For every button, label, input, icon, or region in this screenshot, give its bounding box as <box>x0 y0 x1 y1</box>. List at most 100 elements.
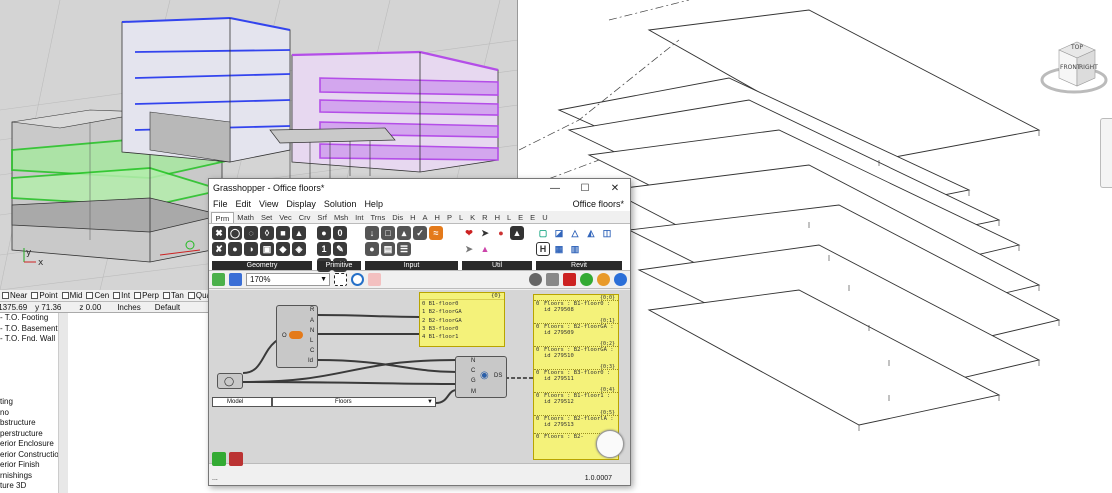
tab-maths[interactable]: Math <box>234 212 258 223</box>
maximize-button[interactable]: ☐ <box>570 183 600 194</box>
checkbox[interactable] <box>162 292 170 299</box>
param-icon[interactable]: ✖ <box>212 226 226 240</box>
checkbox[interactable] <box>134 292 142 299</box>
checkbox[interactable] <box>86 292 94 299</box>
browser-item[interactable]: no <box>0 408 67 419</box>
viewcube-front-label[interactable]: FRONT <box>1060 64 1081 71</box>
floors-dropdown[interactable]: Floors ▼ <box>272 397 436 407</box>
param-icon[interactable]: ▴ <box>397 226 411 240</box>
floor-names-panel[interactable]: {0} 0 B1-floor0 1 B2-floorGA 2 B2-floorG… <box>419 292 505 347</box>
tab-intersect[interactable]: Int <box>352 212 367 223</box>
revit-param-icon[interactable]: △ <box>568 226 582 240</box>
port-R[interactable]: R <box>310 307 314 313</box>
current-layer[interactable]: Default <box>151 303 184 312</box>
zoom-dropdown[interactable]: 170% ▼ <box>246 273 330 286</box>
menu-file[interactable]: File <box>213 199 228 209</box>
revit-param-icon[interactable]: H <box>536 242 550 256</box>
browser-item[interactable]: erior Enclosure <box>0 439 67 450</box>
browser-item[interactable]: - T.O. Footing <box>0 313 67 324</box>
tab-curve[interactable]: Crv <box>295 212 314 223</box>
param-icon[interactable]: ◑ <box>244 242 258 256</box>
revit-param-icon[interactable]: ▥ <box>568 242 582 256</box>
param-icon[interactable]: ◈ <box>292 242 306 256</box>
param-icon[interactable]: ≈ <box>429 226 443 240</box>
checkbox[interactable] <box>113 292 121 299</box>
mesh-quality-icon[interactable] <box>614 273 627 286</box>
open-file-icon[interactable] <box>212 273 225 286</box>
menu-help[interactable]: Help <box>364 199 383 209</box>
menu-view[interactable]: View <box>259 199 278 209</box>
param-icon[interactable]: ✓ <box>413 226 427 240</box>
browser-item[interactable]: bstructure <box>0 418 67 429</box>
canvas-widget-icon[interactable] <box>212 452 226 466</box>
param-icon[interactable]: ◌ <box>244 226 258 240</box>
canvas-widget-icon[interactable] <box>229 452 243 466</box>
checkbox[interactable] <box>31 292 39 299</box>
port-A[interactable]: A <box>310 318 314 324</box>
browser-item[interactable]: ting <box>0 397 67 408</box>
tab-plugin[interactable]: P <box>443 212 455 223</box>
osnap-int[interactable]: Int <box>113 291 130 300</box>
osnap-point[interactable]: Point <box>31 291 58 300</box>
tab-plugin[interactable]: E <box>515 212 527 223</box>
color-icon[interactable]: ● <box>494 226 508 240</box>
tab-plugin[interactable]: A <box>419 212 431 223</box>
param-icon[interactable]: ■ <box>276 226 290 240</box>
tree-icon[interactable]: ▲ <box>510 226 524 240</box>
port-C[interactable]: C <box>471 368 475 374</box>
checkbox[interactable] <box>187 292 195 299</box>
port-G[interactable]: G <box>471 378 476 384</box>
param-icon[interactable]: 0 <box>333 226 347 240</box>
port-L[interactable]: L <box>310 338 313 344</box>
tab-params[interactable]: Prm <box>211 212 234 223</box>
menu-display[interactable]: Display <box>286 199 316 209</box>
tab-plugin[interactable]: H <box>431 212 443 223</box>
port-C[interactable]: C <box>310 348 314 354</box>
preview-selected-icon[interactable] <box>580 273 593 286</box>
sketch-icon[interactable] <box>368 273 381 286</box>
browser-item[interactable]: erior Constructio <box>0 450 67 461</box>
browser-item[interactable]: - T.O. Basement <box>0 324 67 335</box>
param-icon[interactable]: ● <box>317 226 331 240</box>
browser-item[interactable] <box>0 345 67 356</box>
gh-title-bar[interactable]: Grasshopper - Office floors* — ☐ ✕ <box>209 179 630 197</box>
tab-plugin[interactable]: H <box>491 212 503 223</box>
cherry-icon[interactable]: ❤ <box>462 226 476 240</box>
tab-transform[interactable]: Trns <box>367 212 389 223</box>
param-icon[interactable]: ▲ <box>292 226 306 240</box>
tab-surface[interactable]: Srf <box>314 212 331 223</box>
tab-mesh[interactable]: Msh <box>330 212 351 223</box>
model-dropdown[interactable]: Model <box>212 397 272 407</box>
browser-item[interactable]: - T.O. Fnd. Wall <box>0 334 67 345</box>
tab-plugin[interactable]: E <box>527 212 539 223</box>
tab-plugin[interactable]: H <box>407 212 419 223</box>
param-icon[interactable]: ▤ <box>381 242 395 256</box>
param-icon[interactable]: ☰ <box>397 242 411 256</box>
browser-item[interactable]: perstructure <box>0 429 67 440</box>
menu-solution[interactable]: Solution <box>324 199 357 209</box>
browser-item[interactable] <box>0 366 67 377</box>
preview-wire-icon[interactable] <box>546 273 559 286</box>
canvas-navigation-widget[interactable] <box>596 430 624 458</box>
param-icon[interactable]: ↓ <box>365 226 379 240</box>
viewcube[interactable]: TOP FRONT RIGHT <box>1039 34 1109 104</box>
revit-param-icon[interactable]: ◭ <box>584 226 598 240</box>
tab-plugin[interactable]: L <box>455 212 466 223</box>
revit-param-icon[interactable]: ◪ <box>552 226 566 240</box>
save-file-icon[interactable] <box>229 273 242 286</box>
browser-item[interactable] <box>0 355 67 366</box>
browser-item[interactable]: ture 3D <box>0 481 67 492</box>
tab-plugin[interactable]: K <box>467 212 479 223</box>
port-M[interactable]: M <box>471 389 476 395</box>
navigation-bar[interactable] <box>1100 118 1112 188</box>
document-name[interactable]: Office floors* <box>573 199 630 209</box>
tab-vector[interactable]: Vec <box>276 212 296 223</box>
tab-display[interactable]: Dis <box>389 212 407 223</box>
tab-plugin[interactable]: U <box>539 212 551 223</box>
viewcube-right-label[interactable]: RIGHT <box>1079 64 1098 71</box>
menu-edit[interactable]: Edit <box>236 199 252 209</box>
param-icon[interactable]: ◯ <box>228 226 242 240</box>
osnap-near[interactable]: Near <box>2 291 27 300</box>
param-icon[interactable]: ● <box>365 242 379 256</box>
flask-icon[interactable]: ▲ <box>478 242 492 256</box>
